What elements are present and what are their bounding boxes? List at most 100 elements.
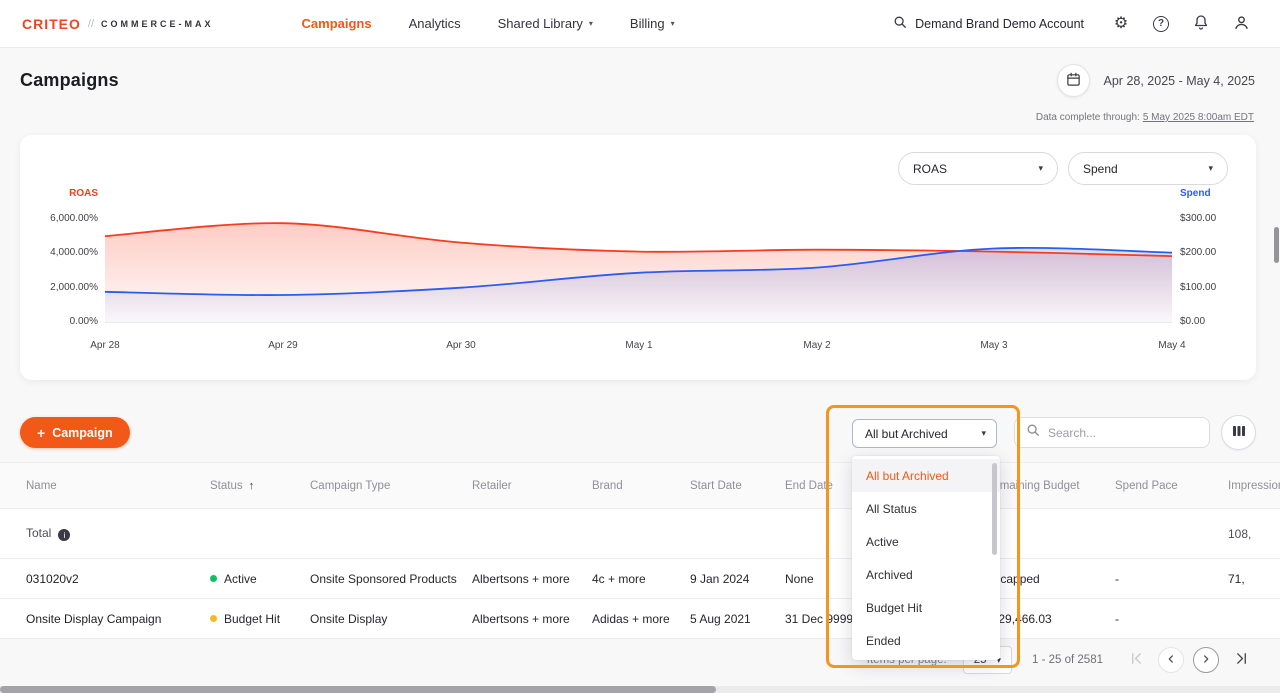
notifications-button[interactable] (1184, 7, 1218, 41)
left-axis-title: ROAS (20, 188, 98, 199)
search-icon (893, 15, 907, 32)
chevron-left-icon (1164, 652, 1178, 669)
col-header-impressions[interactable]: Impressions (1228, 463, 1280, 509)
topbar: CRITEO // COMMERCE-MAX Campaigns Analyti… (0, 0, 1280, 48)
nav-item-billing[interactable]: Billing▾ (630, 16, 675, 31)
right-metric-value: Spend (1083, 162, 1118, 176)
main-nav: Campaigns Analytics Shared Library ▾ Bill… (302, 16, 675, 31)
search-input[interactable] (1048, 426, 1198, 440)
horizontal-scrollbar[interactable] (0, 686, 716, 693)
menu-item-ended[interactable]: Ended (852, 624, 1000, 657)
plus-icon: + (37, 426, 45, 440)
axis-tick: $100.00 (1180, 282, 1216, 293)
campaigns-table-wrap: Name Status↑ Campaign Type Retailer Bran… (0, 462, 1280, 639)
x-axis-label: May 3 (964, 340, 1024, 351)
col-header-spend-pace[interactable]: Spend Pace (1115, 463, 1228, 509)
campaign-spend-pace: - (1115, 559, 1228, 599)
campaign-brand: Adidas + more (592, 599, 690, 639)
menu-item-all-but-archived[interactable]: All but Archived (852, 459, 1000, 492)
last-page-icon (1234, 651, 1249, 669)
menu-item-active[interactable]: Active (852, 525, 1000, 558)
col-header-name[interactable]: Name (0, 463, 210, 509)
date-range-text[interactable]: Apr 28, 2025 - May 4, 2025 (1104, 74, 1255, 88)
menu-item-all-status[interactable]: All Status (852, 492, 1000, 525)
x-axis-label: May 1 (609, 340, 669, 351)
x-axis-label: Apr 29 (253, 340, 313, 351)
first-page-button[interactable] (1123, 647, 1149, 673)
menu-scrollbar[interactable] (992, 463, 997, 555)
col-header-start-date[interactable]: Start Date (690, 463, 785, 509)
add-campaign-button[interactable]: + Campaign (20, 417, 130, 448)
nav-label: Analytics (409, 16, 461, 31)
col-header-campaign-type[interactable]: Campaign Type (310, 463, 472, 509)
nav-label: Shared Library (498, 16, 583, 31)
topbar-right: Demand Brand Demo Account ⚙ ? (893, 7, 1258, 41)
nav-label: Campaigns (302, 16, 372, 31)
table-search (1014, 417, 1210, 448)
criteo-logo[interactable]: CRITEO // COMMERCE-MAX (22, 16, 214, 32)
left-metric-value: ROAS (913, 162, 947, 176)
campaign-type: Onsite Sponsored Products (310, 559, 472, 599)
campaign-status: Active (210, 559, 310, 599)
campaign-name: Onsite Display Campaign (0, 599, 210, 639)
campaign-remaining-budget: $129,466.03 (985, 599, 1115, 639)
left-metric-select[interactable]: ROAS ▾ (898, 152, 1058, 185)
logo-product-name: COMMERCE-MAX (101, 19, 214, 29)
status-filter-value: All but Archived (865, 427, 948, 441)
data-complete-prefix: Data complete through: (1036, 112, 1140, 123)
total-row: Totali 108, (0, 509, 1280, 559)
profile-button[interactable] (1224, 7, 1258, 41)
status-dot (210, 575, 217, 582)
column-settings-button[interactable] (1221, 415, 1256, 450)
chart-metric-selects: ROAS ▾ Spend ▾ (898, 152, 1228, 185)
col-header-remaining-budget[interactable]: Remaining Budget (985, 463, 1115, 509)
info-icon[interactable]: i (58, 529, 70, 541)
caret-down-icon: ▾ (981, 428, 986, 439)
axis-tick: $300.00 (1180, 213, 1216, 224)
table-row[interactable]: 031020v2 Active Onsite Sponsored Product… (0, 559, 1280, 599)
performance-chart-card: ROAS ▾ Spend ▾ ROAS Spend 6,000.00% 4,00… (20, 135, 1256, 380)
campaign-start-date: 5 Aug 2021 (690, 599, 785, 639)
columns-icon (1232, 424, 1246, 441)
right-metric-select[interactable]: Spend ▾ (1068, 152, 1228, 185)
help-button[interactable]: ? (1144, 7, 1178, 41)
x-axis-line (105, 322, 1172, 323)
campaign-remaining-budget: Uncapped (985, 559, 1115, 599)
vertical-scrollbar[interactable] (1274, 227, 1279, 263)
logo-wordmark: CRITEO (22, 16, 81, 32)
data-complete-link[interactable]: 5 May 2025 8:00am EDT (1143, 112, 1254, 123)
x-axis-label: Apr 28 (75, 340, 135, 351)
nav-item-campaigns[interactable]: Campaigns (302, 16, 372, 31)
account-selector[interactable]: Demand Brand Demo Account (893, 15, 1084, 32)
campaign-spend-pace: - (1115, 599, 1228, 639)
table-row[interactable]: Onsite Display Campaign Budget Hit Onsit… (0, 599, 1280, 639)
col-header-retailer[interactable]: Retailer (472, 463, 592, 509)
campaign-retailer: Albertsons + more (472, 599, 592, 639)
table-header-row: Name Status↑ Campaign Type Retailer Bran… (0, 463, 1280, 509)
campaign-start-date: 9 Jan 2024 (690, 559, 785, 599)
menu-item-archived[interactable]: Archived (852, 558, 1000, 591)
menu-item-budget-hit[interactable]: Budget Hit (852, 591, 1000, 624)
table-footer: Items per page: 25 ▾ 1 - 25 of 2581 (0, 640, 1280, 680)
previous-page-button[interactable] (1158, 647, 1184, 673)
col-header-status[interactable]: Status↑ (210, 463, 310, 509)
nav-item-analytics[interactable]: Analytics (409, 16, 461, 31)
caret-down-icon: ▾ (589, 20, 593, 28)
status-filter-select[interactable]: All but Archived ▾ (852, 419, 997, 448)
last-page-button[interactable] (1228, 647, 1254, 673)
caret-down-icon: ▾ (1038, 163, 1043, 174)
add-campaign-label: Campaign (52, 426, 112, 440)
next-page-button[interactable] (1193, 647, 1219, 673)
col-header-brand[interactable]: Brand (592, 463, 690, 509)
nav-item-shared-library[interactable]: Shared Library ▾ (498, 16, 593, 31)
settings-button[interactable]: ⚙ (1104, 7, 1138, 41)
right-axis-title: Spend (1180, 188, 1211, 199)
axis-tick: $200.00 (1180, 247, 1216, 258)
search-icon (1026, 423, 1040, 442)
calendar-button[interactable] (1057, 64, 1090, 97)
gear-icon: ⚙ (1114, 16, 1128, 32)
account-name: Demand Brand Demo Account (915, 17, 1084, 31)
caret-down-icon: ▾ (1208, 163, 1213, 174)
help-icon: ? (1153, 16, 1169, 32)
status-dot (210, 615, 217, 622)
